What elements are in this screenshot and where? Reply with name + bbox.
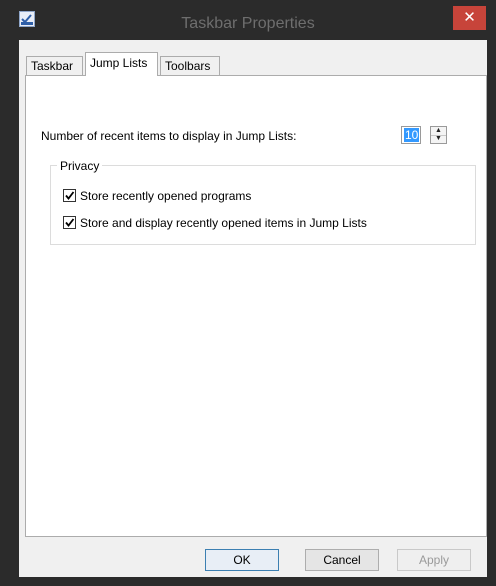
jump-lists-panel: Number of recent items to display in Jum…	[25, 75, 487, 537]
dialog-client-area: Taskbar Jump Lists Toolbars Number of re…	[19, 40, 487, 577]
recent-items-spinner[interactable]: ▲ ▼	[430, 126, 447, 144]
cancel-button[interactable]: Cancel	[305, 549, 379, 571]
close-button[interactable]: ✕	[453, 6, 486, 30]
apply-button[interactable]: Apply	[397, 549, 471, 571]
tab-taskbar[interactable]: Taskbar	[26, 56, 83, 75]
store-programs-checkbox[interactable]	[63, 189, 76, 202]
recent-items-count-input[interactable]: 10	[401, 126, 421, 144]
title-bar[interactable]: Taskbar Properties ✕	[0, 0, 496, 40]
spin-down-icon[interactable]: ▼	[431, 135, 446, 143]
window-title: Taskbar Properties	[181, 15, 315, 32]
privacy-group-title: Privacy	[57, 159, 103, 173]
tab-toolbars[interactable]: Toolbars	[160, 56, 220, 75]
recent-items-count-label: Number of recent items to display in Jum…	[41, 129, 297, 143]
taskbar-properties-window: Taskbar Properties ✕ Taskbar Jump Lists …	[0, 0, 496, 586]
recent-items-count-value: 10	[404, 128, 420, 142]
store-items-label: Store and display recently opened items …	[80, 216, 367, 230]
store-items-checkbox[interactable]	[63, 216, 76, 229]
ok-button[interactable]: OK	[205, 549, 279, 571]
store-programs-label: Store recently opened programs	[80, 189, 252, 203]
privacy-group	[50, 165, 476, 245]
tab-strip: Taskbar Jump Lists Toolbars	[19, 40, 487, 76]
tab-jump-lists[interactable]: Jump Lists	[85, 52, 158, 76]
close-icon: ✕	[463, 9, 476, 26]
